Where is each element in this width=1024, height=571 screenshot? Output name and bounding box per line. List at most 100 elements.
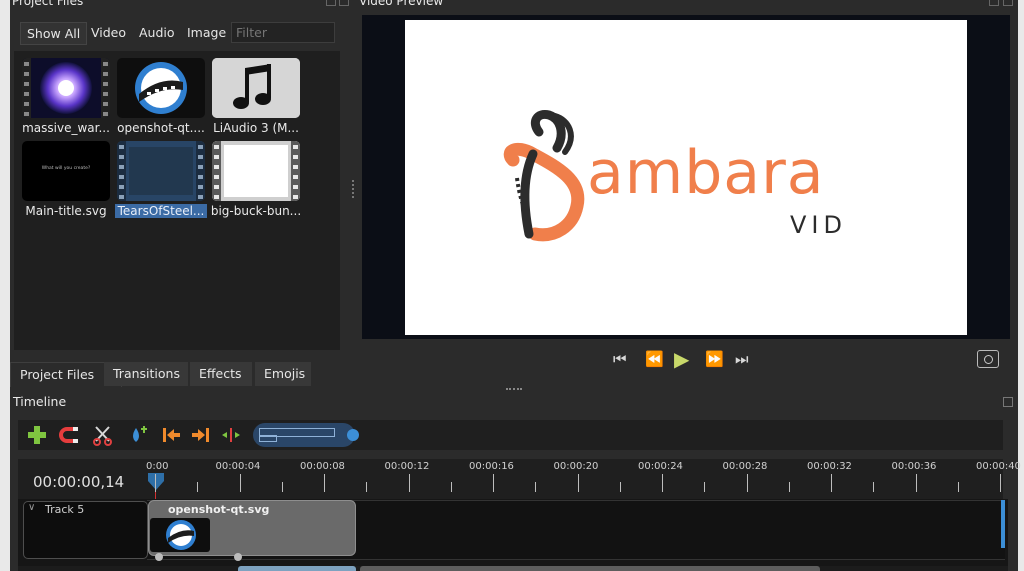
file-item-openshot-qt[interactable]: openshot-qt.... [115, 54, 207, 135]
playhead-handle[interactable] [147, 471, 165, 491]
filter-video[interactable]: Video [85, 22, 132, 43]
add-marker-icon[interactable] [127, 424, 149, 446]
ruler-label: 00:00:16 [469, 461, 514, 472]
file-name: big-buck-bun... [210, 204, 302, 218]
ruler-major-tick [831, 474, 832, 492]
video-thumbnail [22, 58, 110, 118]
file-name: Main-title.svg [25, 204, 107, 218]
add-track-icon[interactable] [26, 424, 48, 446]
video-thumbnail [117, 141, 205, 201]
openshot-logo-thumbnail [117, 58, 205, 118]
ruler-major-tick [577, 474, 579, 492]
ruler-minor-tick [366, 482, 368, 492]
clip-keyframe[interactable] [234, 553, 242, 561]
previous-marker-icon[interactable] [160, 424, 182, 446]
ruler-label: 00:00:20 [553, 461, 599, 472]
current-time-readout: 00:00:00,14 [33, 473, 125, 491]
ruler-major-tick [915, 474, 917, 492]
video-preview-close-icon[interactable] [1003, 0, 1013, 6]
ruler-label: 00:00:36 [891, 461, 937, 472]
file-name: openshot-qt.... [117, 121, 205, 135]
project-files-float-icon[interactable] [326, 0, 336, 6]
ruler-minor-tick [450, 482, 452, 492]
ruler-major-tick [662, 474, 663, 492]
ruler-label: 00:00:40 [976, 461, 1021, 472]
file-name: TearsOfSteel... [115, 204, 207, 218]
ruler-minor-tick [619, 482, 621, 492]
ruler-major-tick [155, 474, 156, 492]
project-files-grid: massive_war... openshot-qt.... LiAudio 3… [14, 51, 340, 350]
project-files-title: Project Files [12, 0, 84, 8]
fast-forward-icon[interactable]: ⏩ [705, 350, 724, 368]
video-thumbnail [212, 141, 300, 201]
ruler-label: 00:00:28 [722, 461, 768, 472]
clip-label: openshot-qt.svg [168, 503, 270, 516]
ruler-label: 00:00:08 [300, 461, 345, 472]
track-label: Track 5 [45, 503, 85, 516]
ruler-minor-tick [788, 482, 790, 492]
file-item-tears-of-steel[interactable]: TearsOfSteel... [115, 137, 207, 218]
logo-sub: VID [790, 211, 847, 239]
ruler-label: 00:00:24 [638, 461, 683, 472]
razor-icon[interactable] [92, 424, 114, 446]
ruler-major-tick [408, 474, 410, 492]
timeline-float-icon[interactable] [1003, 397, 1013, 407]
video-frame: ambara VID [405, 20, 967, 335]
splitter-handle-horizontal[interactable] [506, 388, 522, 392]
jump-start-icon[interactable]: ⏮ [613, 350, 627, 368]
ruler-label: 00:00:32 [807, 461, 852, 472]
splitter-handle[interactable] [352, 180, 356, 198]
ruler-minor-tick [281, 482, 283, 492]
filter-input[interactable] [231, 22, 335, 43]
tab-transitions[interactable]: Transitions [104, 362, 188, 386]
ruler-label: 00:00:12 [384, 461, 430, 472]
snapshot-icon[interactable] [977, 350, 999, 368]
jump-end-icon[interactable]: ⏭ [735, 350, 749, 368]
ruler-minor-tick [873, 482, 875, 492]
snap-magnet-icon[interactable] [59, 424, 81, 446]
track-scrollbar[interactable] [1001, 500, 1005, 548]
tab-emojis[interactable]: Emojis [255, 362, 311, 386]
ruler-major-tick [239, 474, 241, 492]
play-icon[interactable]: ▶ [674, 347, 689, 371]
tab-effects[interactable]: Effects [190, 362, 252, 386]
file-name: LiAudio 3 (M... [213, 121, 299, 135]
filter-show-all[interactable]: Show All [20, 22, 88, 45]
filter-image[interactable]: Image [181, 22, 232, 43]
ruler-label: 00:00:04 [215, 461, 261, 472]
ruler-major-tick [1000, 474, 1001, 492]
ruler-minor-tick [704, 482, 706, 492]
ruler-major-tick [746, 474, 748, 492]
track-header[interactable] [23, 501, 148, 559]
track-collapse-icon[interactable]: ∨ [28, 502, 35, 513]
ruler-minor-tick [957, 482, 959, 492]
file-name: massive_war... [22, 121, 110, 135]
project-files-close-icon[interactable] [339, 0, 349, 6]
ruler-minor-tick [535, 482, 537, 492]
file-item-massive-war[interactable]: massive_war... [20, 54, 112, 135]
ruler-label: 0:00 [146, 461, 169, 472]
ruler-major-tick [493, 474, 494, 492]
logo-wordmark: ambara [587, 138, 825, 208]
zoom-slider[interactable] [253, 423, 359, 447]
file-item-main-title[interactable]: What will you create? Main-title.svg [20, 137, 112, 218]
filter-audio[interactable]: Audio [133, 22, 181, 43]
ruler-minor-tick [197, 482, 199, 492]
rewind-icon[interactable]: ⏪ [645, 350, 664, 368]
file-item-big-buck-bunny[interactable]: big-buck-bun... [210, 137, 302, 218]
title-thumbnail: What will you create? [22, 141, 110, 201]
video-preview-float-icon[interactable] [989, 0, 999, 6]
file-item-liaudio[interactable]: LiAudio 3 (M... [210, 54, 302, 135]
next-marker-icon[interactable] [190, 424, 212, 446]
video-preview-title: Video Preview [359, 0, 444, 8]
next-track-clip[interactable] [360, 566, 820, 571]
timeline-title: Timeline [13, 394, 67, 409]
clip-thumbnail [150, 518, 210, 552]
title-thumb-text: What will you create? [41, 166, 91, 171]
music-note-icon [212, 58, 300, 118]
ruler-major-tick [324, 474, 325, 492]
next-track-clip[interactable] [238, 566, 356, 571]
center-playhead-icon[interactable] [220, 424, 242, 446]
clip-keyframe[interactable] [155, 553, 163, 561]
zoom-slider-handle[interactable] [347, 429, 359, 441]
